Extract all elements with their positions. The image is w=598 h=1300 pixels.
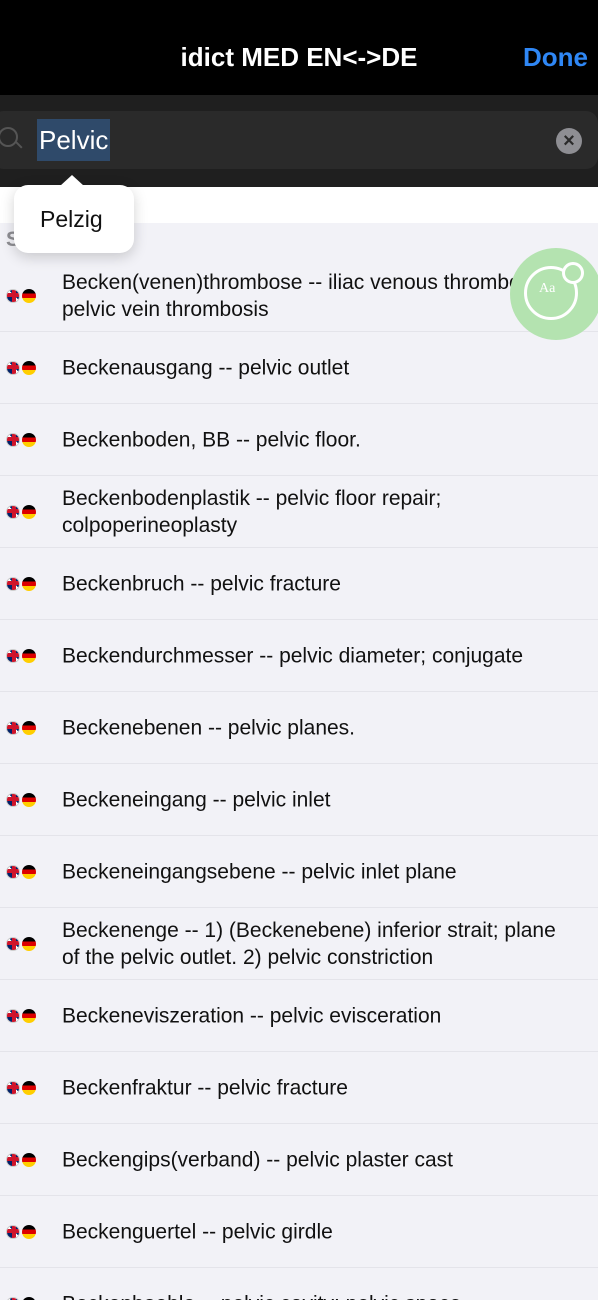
result-text: Beckenhoehle -- pelvic cavity; pelvic sp… bbox=[62, 1290, 568, 1300]
result-text: Beckengips(verband) -- pelvic plaster ca… bbox=[62, 1148, 454, 1171]
german-flag-icon bbox=[22, 864, 36, 879]
result-text: Becken(venen)thrombose -- iliac venous t… bbox=[62, 270, 553, 321]
result-row[interactable]: Beckenenge -- 1) (Beckenebene) inferior … bbox=[0, 908, 598, 980]
german-flag-icon bbox=[22, 504, 36, 519]
language-flags-icon bbox=[6, 1152, 38, 1167]
uk-flag-icon bbox=[6, 504, 20, 519]
uk-flag-icon bbox=[6, 1008, 20, 1023]
german-flag-icon bbox=[22, 792, 36, 807]
uk-flag-icon bbox=[6, 864, 20, 879]
german-flag-icon bbox=[22, 360, 36, 375]
result-row[interactable]: Beckeneviszeration -- pelvic evisceratio… bbox=[0, 980, 598, 1052]
result-text: Beckenebenen -- pelvic planes. bbox=[62, 716, 356, 739]
language-flags-icon bbox=[6, 792, 38, 807]
language-flags-icon bbox=[6, 1296, 38, 1300]
uk-flag-icon bbox=[6, 1080, 20, 1095]
result-text: Beckenboden, BB -- pelvic floor. bbox=[62, 428, 361, 451]
uk-flag-icon bbox=[6, 1224, 20, 1239]
result-text: Beckenfraktur -- pelvic fracture bbox=[62, 1076, 348, 1099]
result-row[interactable]: Beckenebenen -- pelvic planes. bbox=[0, 692, 598, 764]
language-flags-icon bbox=[6, 1008, 38, 1023]
language-flags-icon bbox=[6, 864, 38, 879]
language-flags-icon bbox=[6, 504, 38, 519]
result-text: Beckeneviszeration -- pelvic evisceratio… bbox=[62, 1004, 442, 1027]
results-list: Becken(venen)thrombose -- iliac venous t… bbox=[0, 260, 598, 1300]
result-row[interactable]: Beckenhoehle -- pelvic cavity; pelvic sp… bbox=[0, 1268, 598, 1300]
uk-flag-icon bbox=[6, 1296, 20, 1300]
result-row[interactable]: Beckeneingangsebene -- pelvic inlet plan… bbox=[0, 836, 598, 908]
result-row[interactable]: Beckendurchmesser -- pelvic diameter; co… bbox=[0, 620, 598, 692]
navigation-bar: idict MED EN<->DE Done bbox=[0, 0, 598, 95]
german-flag-icon bbox=[22, 720, 36, 735]
search-input-value[interactable]: Pelvic bbox=[37, 119, 111, 161]
uk-flag-icon bbox=[6, 360, 20, 375]
german-flag-icon bbox=[22, 576, 36, 591]
uk-flag-icon bbox=[6, 288, 20, 303]
result-row[interactable]: Becken(venen)thrombose -- iliac venous t… bbox=[0, 260, 598, 332]
result-text: Beckenguertel -- pelvic girdle bbox=[62, 1220, 333, 1243]
sun-icon bbox=[562, 262, 584, 284]
result-text: Beckenenge -- 1) (Beckenebene) inferior … bbox=[62, 918, 556, 969]
language-flags-icon bbox=[6, 1080, 38, 1095]
german-flag-icon bbox=[22, 1008, 36, 1023]
language-flags-icon bbox=[6, 288, 38, 303]
language-flags-icon bbox=[6, 648, 38, 663]
result-row[interactable]: Beckenguertel -- pelvic girdle bbox=[0, 1196, 598, 1268]
german-flag-icon bbox=[22, 1152, 36, 1167]
nav-title: idict MED EN<->DE bbox=[180, 42, 418, 72]
german-flag-icon bbox=[22, 1224, 36, 1239]
result-text: Beckendurchmesser -- pelvic diameter; co… bbox=[62, 644, 524, 667]
german-flag-icon bbox=[22, 432, 36, 447]
german-flag-icon bbox=[22, 936, 36, 951]
result-row[interactable]: Beckeneingang -- pelvic inlet bbox=[0, 764, 598, 836]
uk-flag-icon bbox=[6, 432, 20, 447]
reading-mode-button[interactable] bbox=[510, 248, 598, 340]
uk-flag-icon bbox=[6, 648, 20, 663]
result-row[interactable]: Beckenfraktur -- pelvic fracture bbox=[0, 1052, 598, 1124]
german-flag-icon bbox=[22, 1080, 36, 1095]
search-icon bbox=[0, 127, 18, 147]
language-flags-icon bbox=[6, 432, 38, 447]
language-flags-icon bbox=[6, 1224, 38, 1239]
german-flag-icon bbox=[22, 1296, 36, 1300]
german-flag-icon bbox=[22, 288, 36, 303]
uk-flag-icon bbox=[6, 576, 20, 591]
language-flags-icon bbox=[6, 576, 38, 591]
search-bar: Pelvic × bbox=[0, 95, 598, 187]
result-text: Beckeneingang -- pelvic inlet bbox=[62, 788, 331, 811]
result-text: Beckenausgang -- pelvic outlet bbox=[62, 356, 350, 379]
autocorrect-suggestion[interactable]: Pelzig bbox=[14, 175, 134, 253]
german-flag-icon bbox=[22, 648, 36, 663]
clear-icon[interactable]: × bbox=[556, 128, 582, 154]
uk-flag-icon bbox=[6, 1152, 20, 1167]
uk-flag-icon bbox=[6, 720, 20, 735]
uk-flag-icon bbox=[6, 792, 20, 807]
uk-flag-icon bbox=[6, 936, 20, 951]
result-text: Beckenbruch -- pelvic fracture bbox=[62, 572, 341, 595]
done-button[interactable]: Done bbox=[523, 42, 588, 73]
suggestion-text[interactable]: Pelzig bbox=[40, 206, 103, 233]
language-flags-icon bbox=[6, 936, 38, 951]
language-flags-icon bbox=[6, 720, 38, 735]
search-input[interactable]: Pelvic × bbox=[0, 111, 598, 169]
language-flags-icon bbox=[6, 360, 38, 375]
result-text: Beckeneingangsebene -- pelvic inlet plan… bbox=[62, 860, 457, 883]
result-text: Beckenbodenplastik -- pelvic floor repai… bbox=[62, 486, 442, 537]
result-row[interactable]: Beckenboden, BB -- pelvic floor. bbox=[0, 404, 598, 476]
result-row[interactable]: Beckenausgang -- pelvic outlet bbox=[0, 332, 598, 404]
result-row[interactable]: Beckenbruch -- pelvic fracture bbox=[0, 548, 598, 620]
result-row[interactable]: Beckenbodenplastik -- pelvic floor repai… bbox=[0, 476, 598, 548]
result-row[interactable]: Beckengips(verband) -- pelvic plaster ca… bbox=[0, 1124, 598, 1196]
